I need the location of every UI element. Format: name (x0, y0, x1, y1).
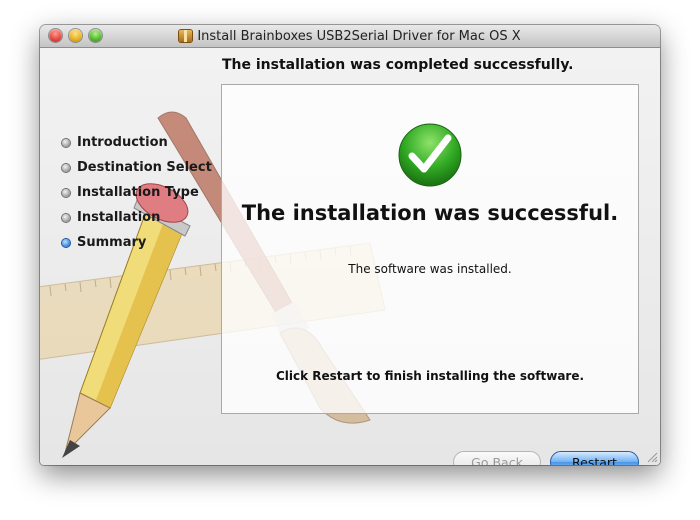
installed-text: The software was installed. (348, 262, 512, 276)
installer-window: Install Brainboxes USB2Serial Driver for… (40, 25, 660, 465)
step-summary: Summary (62, 230, 212, 255)
step-label: Destination Select (77, 160, 212, 175)
restart-button[interactable]: Restart (550, 451, 639, 465)
step-label: Installation Type (77, 185, 199, 200)
title-bar[interactable]: Install Brainboxes USB2Serial Driver for… (40, 25, 660, 48)
package-icon (179, 30, 193, 42)
success-checkmark-icon (398, 123, 462, 187)
window-title-group: Install Brainboxes USB2Serial Driver for… (40, 25, 660, 47)
window-title: Install Brainboxes USB2Serial Driver for… (197, 28, 521, 44)
step-bullet-icon (62, 213, 70, 222)
step-bullet-icon (62, 188, 70, 197)
step-installation: Installation (62, 205, 212, 230)
step-installation-type: Installation Type (62, 180, 212, 205)
step-label: Summary (77, 235, 147, 250)
step-label: Installation (77, 210, 161, 225)
installer-content: The installation was completed successfu… (40, 48, 660, 465)
summary-panel: The installation was successful. The sof… (221, 84, 639, 414)
installer-steps-sidebar: Introduction Destination Select Installa… (62, 130, 212, 255)
step-bullet-icon (62, 163, 70, 172)
restart-message: Click Restart to finish installing the s… (275, 369, 585, 383)
resize-grip-icon[interactable] (647, 452, 658, 463)
step-bullet-active-icon (62, 238, 70, 247)
go-back-button[interactable]: Go Back (453, 451, 541, 465)
step-destination-select: Destination Select (62, 155, 212, 180)
step-bullet-icon (62, 138, 70, 147)
page-headline: The installation was completed successfu… (222, 57, 574, 73)
success-title: The installation was successful. (241, 201, 619, 225)
step-label: Introduction (77, 135, 168, 150)
step-introduction: Introduction (62, 130, 212, 155)
